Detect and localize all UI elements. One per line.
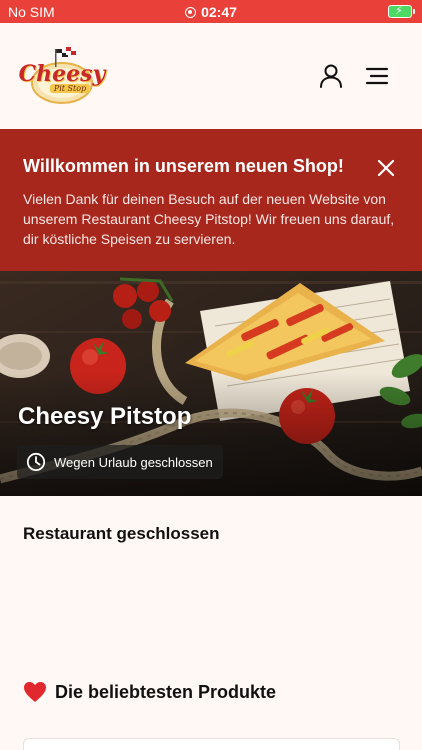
banner-title: Willkommen in unserem neuen Shop! — [23, 156, 344, 176]
menu-icon[interactable] — [364, 63, 390, 89]
battery-icon: ⚡ — [388, 5, 415, 18]
logo-main-text: Cheesy — [18, 60, 106, 87]
closed-heading: Restaurant geschlossen — [23, 524, 220, 543]
banner-text: Vielen Dank für deinen Besuch auf der ne… — [23, 191, 395, 247]
recording-icon — [185, 7, 197, 18]
restaurant-name: Cheesy Pitstop — [18, 403, 192, 430]
site-header: Cheesy Pit Stop — [0, 23, 422, 129]
logo-text: Cheesy Pit Stop — [19, 43, 105, 107]
product-card[interactable] — [23, 738, 400, 750]
popular-products-heading: Die beliebtesten Produkte — [23, 681, 276, 703]
close-icon[interactable] — [374, 156, 398, 180]
clock-time: 02:47 — [201, 4, 237, 20]
status-text: Wegen Urlaub geschlossen — [54, 454, 213, 470]
logo[interactable]: Cheesy Pit Stop — [19, 43, 105, 107]
status-clock: 02:47 — [0, 4, 422, 20]
logo-sub-text: Pit Stop — [49, 83, 91, 93]
hero-section: Cheesy Pitstop Wegen Urlaub geschlossen — [0, 271, 422, 496]
user-icon[interactable] — [318, 63, 344, 89]
status-bar: No SIM 02:47 ⚡ — [0, 0, 422, 23]
popular-products-title: Die beliebtesten Produkte — [55, 681, 277, 702]
clock-icon — [26, 452, 46, 472]
status-badge: Wegen Urlaub geschlossen — [17, 445, 223, 479]
welcome-banner: Willkommen in unserem neuen Shop! Vielen… — [0, 129, 422, 271]
heart-icon — [24, 682, 46, 702]
